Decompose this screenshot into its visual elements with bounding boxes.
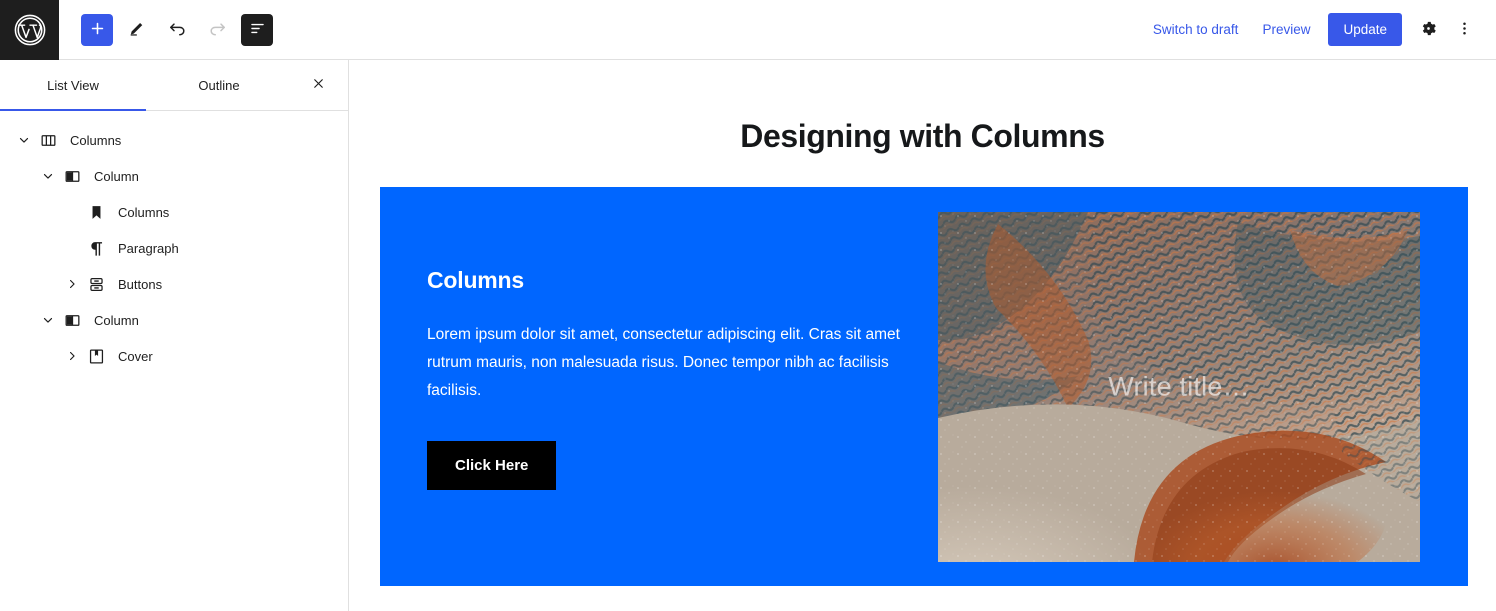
tree-item-columns[interactable]: Columns: [0, 194, 348, 230]
chevron-down-icon[interactable]: [12, 128, 36, 152]
chevron-down-icon[interactable]: [36, 308, 60, 332]
redo-icon: [207, 18, 228, 42]
list-view-icon: [248, 19, 267, 41]
editor-tools: [81, 13, 273, 46]
chevron-right-icon[interactable]: [60, 272, 84, 296]
tree-item-label: Paragraph: [118, 240, 179, 256]
tree-item-column[interactable]: Column: [0, 158, 348, 194]
tree-item-columns[interactable]: Columns: [0, 122, 348, 158]
tab-outline[interactable]: Outline: [146, 60, 292, 110]
chevron-right-icon[interactable]: [60, 344, 84, 368]
settings-button[interactable]: [1410, 12, 1446, 48]
tree-item-label: Column: [94, 312, 139, 328]
sidebar-tabs: List View Outline: [0, 60, 348, 111]
tab-list-view[interactable]: List View: [0, 60, 146, 111]
top-bar-actions: Switch to draft Preview Update: [1141, 12, 1496, 48]
undo-icon: [167, 18, 188, 42]
edit-tool-button[interactable]: [121, 14, 153, 46]
columns-icon: [36, 128, 60, 152]
tree-item-label: Column: [94, 168, 139, 184]
undo-button[interactable]: [161, 14, 193, 46]
block-list-tree: Columns Column Columns Paragraph Buttons Colu…: [0, 111, 348, 374]
cover-title-placeholder[interactable]: Write title…: [938, 372, 1420, 403]
tree-item-label: Cover: [118, 348, 153, 364]
tree-item-cover[interactable]: Cover: [0, 338, 348, 374]
columns-block[interactable]: Columns Lorem ipsum dolor sit amet, cons…: [380, 187, 1468, 586]
column-heading[interactable]: Columns: [427, 267, 924, 294]
preview-button[interactable]: Preview: [1250, 14, 1322, 45]
column-icon: [60, 164, 84, 188]
tree-item-label: Columns: [118, 204, 170, 220]
redo-button[interactable]: [201, 14, 233, 46]
buttons-icon: [84, 272, 108, 296]
tree-item-label: Columns: [70, 132, 122, 148]
pencil-icon: [127, 18, 147, 41]
cover-icon: [84, 344, 108, 368]
tree-item-label: Buttons: [118, 276, 163, 292]
page-title[interactable]: Designing with Columns: [349, 118, 1496, 155]
wordpress-logo-icon: [13, 13, 47, 47]
chevron-down-icon[interactable]: [36, 164, 60, 188]
more-vertical-icon: [1455, 19, 1474, 41]
switch-to-draft-button[interactable]: Switch to draft: [1141, 14, 1251, 45]
editor-top-bar: Switch to draft Preview Update: [0, 0, 1496, 60]
gear-icon: [1419, 19, 1438, 41]
cover-block[interactable]: Write title…: [938, 212, 1420, 562]
close-sidebar-button[interactable]: [296, 60, 340, 110]
column-icon: [60, 308, 84, 332]
more-options-button[interactable]: [1446, 12, 1482, 48]
click-here-button[interactable]: Click Here: [427, 440, 557, 490]
list-view-toggle-button[interactable]: [241, 13, 273, 46]
list-view-sidebar: List View Outline Columns Column Columns Pa…: [0, 60, 349, 611]
close-icon: [311, 76, 326, 94]
column-right[interactable]: Write title…: [924, 187, 1468, 586]
plus-icon: [89, 20, 106, 40]
add-block-button[interactable]: [81, 13, 113, 46]
tree-item-column[interactable]: Column: [0, 302, 348, 338]
paragraph-icon: [84, 236, 108, 260]
wordpress-logo-button[interactable]: [0, 0, 59, 60]
column-left[interactable]: Columns Lorem ipsum dolor sit amet, cons…: [380, 187, 924, 586]
editor-canvas[interactable]: Designing with Columns Columns Lorem ips…: [349, 60, 1496, 611]
column-paragraph[interactable]: Lorem ipsum dolor sit amet, consectetur …: [427, 321, 911, 405]
bookmark-icon: [84, 200, 108, 224]
tree-item-paragraph[interactable]: Paragraph: [0, 230, 348, 266]
update-button[interactable]: Update: [1328, 13, 1402, 46]
tree-item-buttons[interactable]: Buttons: [0, 266, 348, 302]
